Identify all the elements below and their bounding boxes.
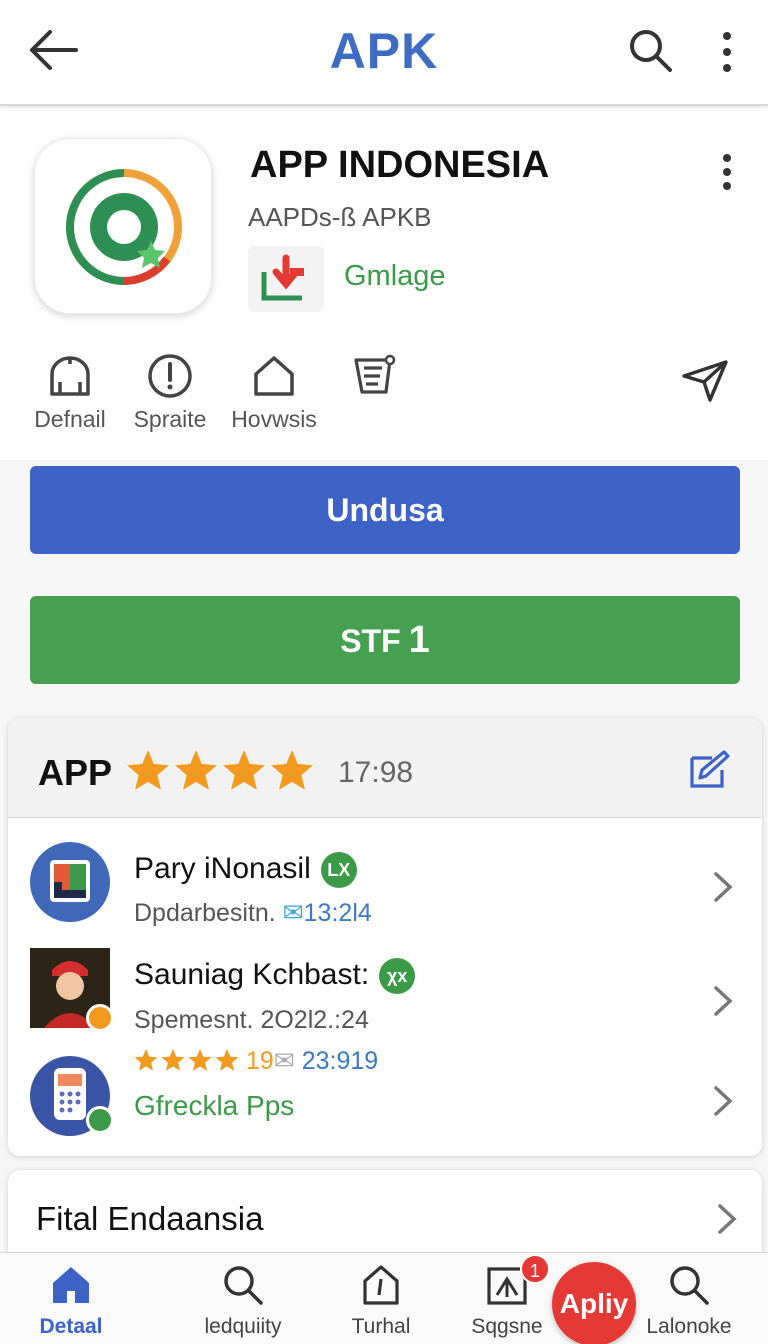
avatar-status-badge bbox=[86, 1106, 114, 1134]
home-icon bbox=[254, 356, 294, 396]
apply-fab-button[interactable]: Apliy bbox=[552, 1262, 636, 1344]
review-time: 17:98 bbox=[338, 756, 414, 789]
top-app-bar: APK bbox=[0, 0, 768, 106]
search-icon bbox=[224, 1266, 263, 1305]
chevron-right-icon bbox=[714, 872, 733, 902]
app-subtitle: AAPDs-ß APKB bbox=[248, 202, 432, 232]
more-vert-icon[interactable] bbox=[712, 28, 742, 76]
chevron-right-icon bbox=[714, 1086, 733, 1116]
rating-stars bbox=[127, 750, 313, 790]
star-icon bbox=[127, 750, 169, 790]
star-icon bbox=[223, 750, 265, 790]
nav-label: Lalonoke bbox=[646, 1315, 732, 1338]
review-header-label: APP bbox=[38, 752, 113, 793]
nav-label: Detaal bbox=[39, 1315, 103, 1338]
badge-label[interactable]: Gmlage bbox=[344, 260, 446, 293]
search-icon bbox=[670, 1266, 709, 1305]
avatar bbox=[30, 842, 110, 922]
action-label: Spraite bbox=[133, 406, 207, 432]
action-hovwsis[interactable]: Hovwsis bbox=[224, 352, 324, 433]
search-icon[interactable] bbox=[626, 26, 674, 74]
review-meta: Dpdarbesitn. ✉13:2l4 bbox=[134, 899, 372, 927]
chevron-right-icon bbox=[718, 1204, 737, 1234]
nav-tab-detaal[interactable]: Detaal bbox=[6, 1263, 136, 1339]
alert-circle-icon bbox=[148, 354, 192, 398]
more-vert-icon[interactable] bbox=[714, 152, 740, 192]
receipt-icon bbox=[354, 354, 396, 394]
review-card-header: APP 17:98 bbox=[8, 718, 762, 818]
action-spraite[interactable]: Spraite bbox=[120, 352, 220, 433]
home-outline-icon bbox=[363, 1265, 399, 1305]
star-icon bbox=[175, 750, 217, 790]
primary-download-button[interactable]: Undusa bbox=[30, 466, 740, 554]
chevron-right-icon bbox=[714, 986, 733, 1016]
section-title: Fital Endaansia bbox=[36, 1200, 264, 1237]
list-item[interactable]: Gfreckla Pps bbox=[8, 1054, 762, 1150]
store-icon bbox=[50, 356, 90, 396]
nav-label: Turhal bbox=[351, 1315, 411, 1338]
secondary-button-number: 1 bbox=[408, 619, 430, 661]
action-receipt[interactable] bbox=[324, 352, 424, 400]
nav-tab-lalonoke[interactable]: Lalonoke bbox=[624, 1263, 754, 1339]
secondary-button-label: STF bbox=[340, 623, 401, 659]
notification-badge: 1 bbox=[520, 1254, 550, 1284]
nav-tab-ledquiity[interactable]: ledquiity bbox=[178, 1263, 308, 1339]
edit-icon[interactable] bbox=[688, 748, 732, 790]
home-icon bbox=[53, 1267, 89, 1303]
verified-badge: χx bbox=[379, 958, 416, 995]
secondary-button[interactable]: STF 1 bbox=[30, 596, 740, 684]
list-item[interactable]: Sauniag Kchbast: χx Spemesnt. 2O2l2.:24 1… bbox=[8, 946, 762, 1075]
bottom-navigation: Detaal ledquiity Turhal Sqgsne Lalonoke bbox=[0, 1252, 768, 1344]
review-date: Spemesnt. 2O2l2.:24 bbox=[134, 1006, 369, 1034]
review-app-link[interactable]: Gfreckla Pps bbox=[134, 1090, 294, 1122]
review-card: APP 17:98 Pary iNonasil LX Dpdarbesitn. ✉… bbox=[8, 718, 762, 1156]
app-logo-icon bbox=[34, 138, 212, 314]
avatar-status-badge bbox=[86, 1004, 114, 1032]
nav-tab-turhal[interactable]: Turhal bbox=[316, 1263, 446, 1339]
nav-label: Sqgsne bbox=[471, 1315, 543, 1338]
action-label: Hovwsis bbox=[231, 406, 317, 432]
verified-badge: LX bbox=[320, 852, 357, 889]
review-author: Pary iNonasil LX bbox=[134, 852, 357, 889]
download-badge-icon[interactable] bbox=[248, 246, 324, 312]
review-author: Sauniag Kchbast: χx bbox=[134, 958, 416, 995]
list-item[interactable]: Pary iNonasil LX Dpdarbesitn. ✉13:2l4 bbox=[8, 836, 762, 936]
app-header: APP INDONESIA AAPDs-ß APKB Gmlage Defnai… bbox=[0, 108, 768, 460]
star-icon bbox=[271, 750, 313, 790]
nav-label: ledquiity bbox=[204, 1315, 282, 1338]
send-icon[interactable] bbox=[680, 356, 730, 404]
action-label: Defnail bbox=[34, 406, 106, 432]
app-name: APP INDONESIA bbox=[250, 144, 550, 186]
action-defnail[interactable]: Defnail bbox=[20, 352, 120, 433]
